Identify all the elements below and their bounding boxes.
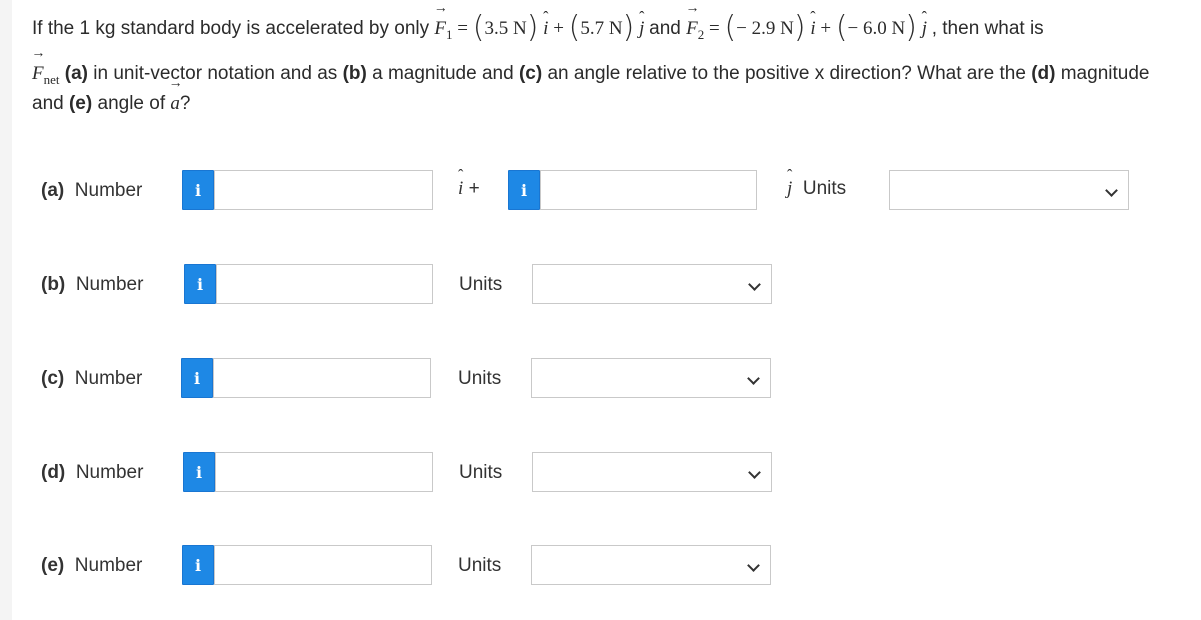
- part-c-ref: (c): [518, 63, 543, 84]
- part-label: (b) Number: [41, 274, 143, 296]
- info-icon: i: [194, 180, 202, 200]
- info-icon-button[interactable]: i: [508, 170, 540, 210]
- number-label: Number: [74, 368, 143, 389]
- part-b-ref: (b): [342, 63, 367, 84]
- answer-c-input[interactable]: [213, 358, 431, 398]
- info-icon: i: [194, 555, 202, 575]
- units-select-e[interactable]: [531, 545, 771, 585]
- info-icon-button[interactable]: i: [184, 264, 216, 304]
- question-line-1: If the 1 kg standard body is accelerated…: [32, 13, 1044, 49]
- f1-subscript: 1: [446, 26, 453, 42]
- j-hat: j: [922, 15, 927, 43]
- f1-vector: F: [434, 15, 446, 43]
- part-c-label: (c): [41, 368, 65, 389]
- chevron-down-icon: [748, 466, 761, 479]
- plus-sign: +: [468, 178, 480, 199]
- answer-a-j-component-input[interactable]: [540, 170, 757, 210]
- units-select-d[interactable]: [532, 452, 772, 492]
- j-hat: j: [787, 178, 792, 200]
- chevron-down-icon: [1105, 184, 1118, 197]
- chevron-down-icon: [747, 559, 760, 572]
- part-label: (e) Number: [41, 555, 142, 577]
- info-icon: i: [196, 274, 204, 294]
- question-text-d: magnitude: [1055, 63, 1150, 84]
- part-label: (d) Number: [41, 462, 143, 484]
- units-select-a[interactable]: [889, 170, 1129, 210]
- f2-subscript: 2: [697, 26, 705, 42]
- j-hat: j: [639, 15, 644, 43]
- question-text-c: an angle relative to the positive x dire…: [542, 63, 1032, 84]
- f2-y-value: − 6.0 N: [847, 18, 906, 39]
- net-subscript: net: [43, 71, 60, 87]
- equals-sign: =: [708, 18, 720, 39]
- info-icon-button[interactable]: i: [182, 170, 214, 210]
- info-icon: i: [193, 368, 201, 388]
- chevron-down-icon: [747, 372, 760, 385]
- a-vector: a: [170, 90, 180, 118]
- number-label: Number: [75, 462, 144, 483]
- answer-row-c: (c) Number i Units: [0, 358, 1201, 402]
- number-label: Number: [75, 274, 144, 295]
- plus-sign: +: [820, 18, 832, 39]
- units-label: Units: [459, 274, 503, 295]
- units-label: Units: [458, 555, 502, 576]
- plus-sign: +: [553, 18, 564, 39]
- question-line-3: and (e) angle of a?: [32, 90, 190, 118]
- info-icon-button[interactable]: i: [182, 545, 214, 585]
- part-e-label: (e): [41, 555, 65, 576]
- answer-a-i-component-input[interactable]: [214, 170, 433, 210]
- fnet-vector: F: [32, 60, 44, 88]
- info-icon-button[interactable]: i: [183, 452, 215, 492]
- part-a-ref: (a): [64, 63, 89, 84]
- part-e-ref: (e): [68, 93, 93, 114]
- answer-row-a: (a) Number i i + i j Units: [0, 170, 1201, 214]
- units-label: Units: [802, 178, 847, 199]
- number-label: Number: [74, 555, 143, 576]
- units-label: Units: [458, 368, 502, 389]
- part-d-label: (d): [41, 462, 66, 483]
- number-label: Number: [74, 180, 143, 201]
- question-text-e: angle of: [92, 93, 171, 114]
- i-hat-plus: i +: [458, 178, 480, 200]
- info-icon: i: [520, 180, 528, 200]
- answer-e-input[interactable]: [214, 545, 432, 585]
- answer-row-d: (d) Number i Units: [0, 452, 1201, 496]
- left-gutter: [0, 0, 12, 620]
- part-label: (a) Number: [41, 180, 142, 202]
- part-a-label: (a): [41, 180, 65, 201]
- question-then: , then what is: [931, 18, 1044, 39]
- part-b-label: (b): [41, 274, 66, 295]
- i-hat: i: [543, 15, 548, 43]
- f1-x-value: 3.5 N: [484, 18, 527, 39]
- part-label: (c) Number: [41, 368, 142, 390]
- and-word: and: [649, 18, 681, 39]
- question-mark: ?: [179, 93, 191, 114]
- i-hat: i: [458, 178, 463, 200]
- i-hat: i: [810, 15, 815, 43]
- answer-d-input[interactable]: [215, 452, 433, 492]
- equals-sign: =: [457, 18, 468, 39]
- part-d-ref: (d): [1031, 63, 1056, 84]
- question-text-a: in unit-vector notation and as: [88, 63, 343, 84]
- info-icon: i: [195, 462, 203, 482]
- units-select-c[interactable]: [531, 358, 771, 398]
- answer-row-b: (b) Number i Units: [0, 264, 1201, 308]
- chevron-down-icon: [748, 278, 761, 291]
- question-line-2: Fnet (a) in unit-vector notation and as …: [32, 60, 1149, 94]
- f2-vector: F: [686, 15, 698, 43]
- answer-b-input[interactable]: [216, 264, 433, 304]
- units-select-b[interactable]: [532, 264, 772, 304]
- question-and: and: [32, 93, 69, 114]
- f1-y-value: 5.7 N: [580, 18, 623, 39]
- question-intro: If the 1 kg standard body is accelerated…: [32, 18, 430, 39]
- units-label: Units: [459, 462, 503, 483]
- answer-row-e: (e) Number i Units: [0, 545, 1201, 589]
- f2-x-value: − 2.9 N: [736, 18, 794, 39]
- j-hat-units: j Units: [787, 178, 846, 200]
- question-text-b: a magnitude and: [366, 63, 519, 84]
- info-icon-button[interactable]: i: [181, 358, 213, 398]
